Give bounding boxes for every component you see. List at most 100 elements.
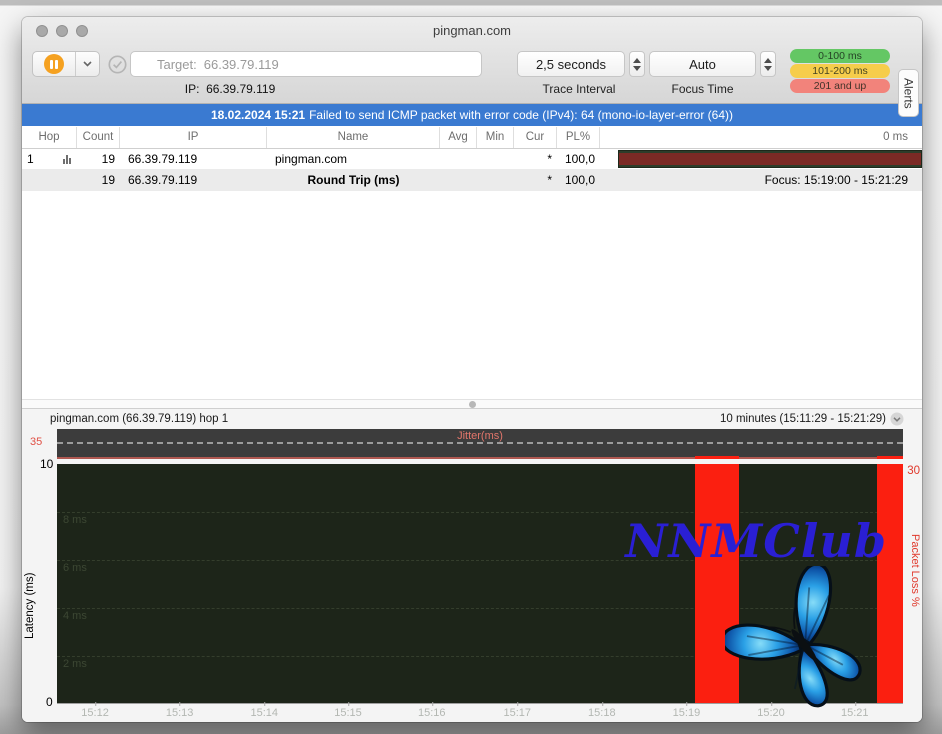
graph-title: pingman.com (66.39.79.119) hop 1 bbox=[50, 413, 229, 425]
hop-ip: 66.39.79.119 bbox=[128, 152, 198, 166]
pause-button[interactable] bbox=[33, 52, 76, 76]
table-row-roundtrip[interactable]: 19 66.39.79.119 Round Trip (ms) * 100,0 … bbox=[22, 169, 922, 191]
ip-value: 66.39.79.119 bbox=[206, 82, 276, 96]
hop-count: 19 bbox=[101, 152, 115, 166]
confirm-target-button[interactable] bbox=[108, 55, 127, 79]
error-message: Failed to send ICMP packet with error co… bbox=[309, 108, 734, 122]
time-tick: 15:17 bbox=[503, 702, 531, 719]
hop-cur: * bbox=[547, 152, 552, 166]
time-tick: 15:16 bbox=[418, 702, 446, 719]
latency-max-value: 10 bbox=[40, 457, 54, 471]
ip-label: IP: bbox=[184, 82, 200, 96]
trace-interval-label: Trace Interval bbox=[542, 82, 616, 96]
time-tick: 15:12 bbox=[81, 702, 109, 719]
latency-plot[interactable]: 8 ms 6 ms 4 ms 2 ms NNMClub bbox=[57, 464, 903, 708]
close-window-button[interactable] bbox=[36, 25, 48, 37]
window-title: pingman.com bbox=[432, 23, 512, 38]
stepper-down-icon bbox=[633, 65, 641, 71]
error-banner: 18.02.2024 15:21 Failed to send ICMP pac… bbox=[22, 104, 922, 126]
check-circle-icon bbox=[108, 55, 127, 74]
rt-cur: * bbox=[547, 173, 552, 187]
time-range-text: 10 minutes (15:11:29 - 15:21:29) bbox=[719, 413, 886, 425]
jitter-loss-segment bbox=[694, 456, 739, 459]
time-tick: 15:14 bbox=[250, 702, 279, 719]
splitter-handle-icon bbox=[468, 400, 476, 408]
focus-time-stepper[interactable] bbox=[760, 51, 776, 77]
hop-table-header: Hop Count IP Name Avg Min Cur PL% 0 ms bbox=[22, 126, 922, 149]
zoom-window-button[interactable] bbox=[76, 25, 88, 37]
time-range-selector[interactable]: 10 minutes (15:11:29 - 15:21:29) bbox=[720, 412, 904, 426]
target-input-label: Target: bbox=[157, 56, 197, 72]
time-tick: 15:15 bbox=[334, 702, 362, 719]
nnmclub-watermark: NNMClub bbox=[625, 514, 887, 568]
empty-hop-area bbox=[22, 191, 922, 399]
histogram-icon[interactable] bbox=[63, 154, 71, 164]
trace-interval-select[interactable]: 2,5 seconds bbox=[517, 51, 625, 77]
pause-menu-button[interactable] bbox=[76, 52, 99, 76]
stepper-down-icon bbox=[764, 65, 772, 71]
stepper-up-icon bbox=[764, 57, 772, 63]
alerts-tab[interactable]: Alerts bbox=[898, 69, 919, 117]
rt-packet-loss: 100,0 bbox=[564, 173, 595, 187]
table-row-hop1[interactable]: 1 19 66.39.79.119 pingman.com * 100,0 bbox=[22, 149, 922, 169]
col-cur[interactable]: Cur bbox=[514, 127, 557, 148]
pane-splitter[interactable] bbox=[22, 399, 922, 408]
legend-red-badge: 201 and up bbox=[790, 79, 890, 93]
focus-time-label: Focus Time bbox=[671, 82, 734, 96]
col-avg[interactable]: Avg bbox=[440, 127, 477, 148]
col-count[interactable]: Count bbox=[77, 127, 120, 148]
trace-interval-stepper[interactable] bbox=[629, 51, 645, 77]
hop-packet-loss: 100,0 bbox=[564, 152, 595, 166]
col-ip[interactable]: IP bbox=[120, 127, 267, 148]
latency-bar-frame bbox=[618, 150, 922, 168]
legend-green-badge: 0-100 ms bbox=[790, 49, 890, 63]
target-input[interactable]: Target: 66.39.79.119 bbox=[130, 51, 482, 77]
stepper-up-icon bbox=[633, 57, 641, 63]
time-graph-pane: pingman.com (66.39.79.119) hop 1 10 minu… bbox=[22, 408, 922, 722]
toolbar: Target: 66.39.79.119 IP: 66.39.79.119 2,… bbox=[22, 44, 922, 117]
col-min[interactable]: Min bbox=[477, 127, 514, 148]
jitter-dashed-line bbox=[57, 442, 903, 444]
butterfly-image bbox=[725, 566, 862, 708]
resolved-ip: IP: 66.39.79.119 bbox=[130, 82, 330, 96]
focus-time-select[interactable]: Auto bbox=[649, 51, 756, 77]
latency-min-value: 0 bbox=[46, 695, 53, 709]
legend-yellow-badge: 101-200 ms bbox=[790, 64, 890, 78]
hop-latency-bar bbox=[600, 149, 922, 169]
col-name[interactable]: Name bbox=[267, 127, 440, 148]
jitter-loss-segment bbox=[876, 456, 903, 459]
jitter-axis-label: Jitter(ms) bbox=[457, 430, 503, 442]
hop-name: pingman.com bbox=[275, 152, 348, 166]
chevron-down-icon bbox=[83, 61, 92, 67]
trace-interval-value: 2,5 seconds bbox=[535, 56, 607, 72]
app-window: pingman.com Target: 66.39.79.119 IP: 66.… bbox=[22, 17, 922, 722]
packet-loss-axis-label: Packet Loss % bbox=[909, 534, 921, 607]
packet-loss-max-value: 30 bbox=[907, 465, 920, 477]
focus-range-text: Focus: 15:19:00 - 15:21:29 bbox=[764, 173, 908, 187]
traffic-lights bbox=[36, 25, 88, 37]
window-chrome: pingman.com Target: 66.39.79.119 IP: 66.… bbox=[22, 17, 922, 117]
jitter-scale-value: 35 bbox=[30, 436, 43, 448]
rt-ip: 66.39.79.119 bbox=[128, 173, 198, 187]
minimize-window-button[interactable] bbox=[56, 25, 68, 37]
pause-icon bbox=[44, 54, 64, 74]
col-hop[interactable]: Hop bbox=[22, 127, 77, 148]
chevron-down-circle-icon bbox=[890, 412, 904, 426]
rt-count: 19 bbox=[101, 173, 115, 187]
target-input-value: 66.39.79.119 bbox=[203, 56, 279, 72]
time-tick: 15:13 bbox=[165, 702, 194, 719]
rt-name: Round Trip (ms) bbox=[307, 173, 400, 187]
pause-split-button[interactable] bbox=[32, 51, 100, 77]
gridline-8ms: 8 ms bbox=[57, 512, 903, 526]
time-tick: 15:19 bbox=[672, 702, 701, 719]
hop-number: 1 bbox=[27, 152, 34, 166]
titlebar[interactable]: pingman.com bbox=[22, 17, 922, 44]
col-pl[interactable]: PL% bbox=[557, 127, 600, 148]
latency-legend: 0-100 ms 101-200 ms 201 and up bbox=[790, 48, 890, 93]
time-tick: 15:18 bbox=[588, 702, 616, 719]
error-timestamp: 18.02.2024 15:21 bbox=[210, 108, 306, 122]
focus-time-value: Auto bbox=[689, 56, 716, 72]
jitter-strip[interactable]: Jitter(ms) bbox=[57, 429, 903, 459]
packet-loss-bar-fill bbox=[619, 153, 921, 165]
graph-scale-label: 0 ms bbox=[883, 131, 908, 143]
